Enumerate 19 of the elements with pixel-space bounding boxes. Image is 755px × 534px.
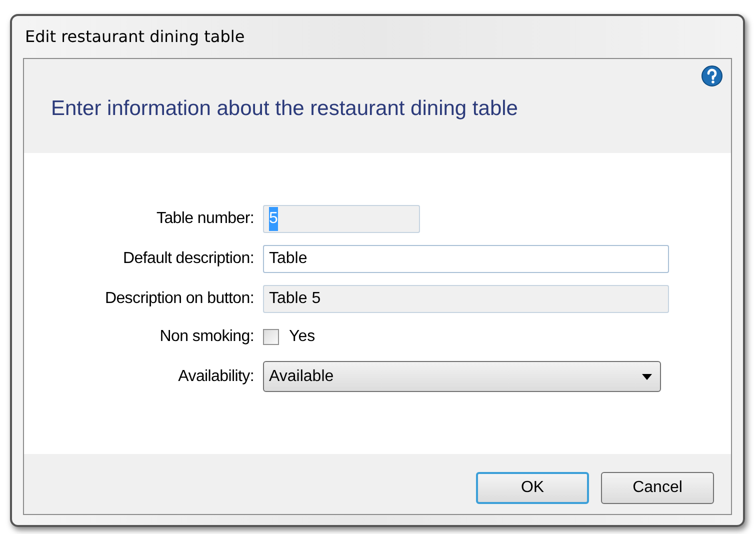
field-label: Table number: (156, 209, 255, 229)
field-label: Description on button: (104, 289, 255, 309)
field-label: Non smoking: (158, 327, 255, 347)
window-title: Edit restaurant dining table (25, 26, 245, 48)
field-value: 5 (269, 207, 278, 231)
dropdown-arrow-icon (642, 374, 652, 380)
field-value: Table (269, 249, 308, 269)
field-label: Availability: (177, 366, 255, 386)
dropdown[interactable]: Available (263, 361, 661, 392)
text-field[interactable]: Table 5 (263, 285, 669, 313)
help-icon[interactable] (701, 65, 723, 87)
field-label: Default description: (122, 249, 255, 269)
checkbox[interactable] (263, 329, 279, 345)
dialog-button[interactable]: Cancel (601, 472, 714, 504)
field-value: Table 5 (269, 289, 321, 309)
checkbox-label: Yes (289, 327, 316, 347)
text-field[interactable]: Table (263, 245, 669, 273)
header-title: Enter information about the restaurant dining table (51, 96, 518, 122)
dialog-button[interactable]: OK (476, 472, 589, 504)
